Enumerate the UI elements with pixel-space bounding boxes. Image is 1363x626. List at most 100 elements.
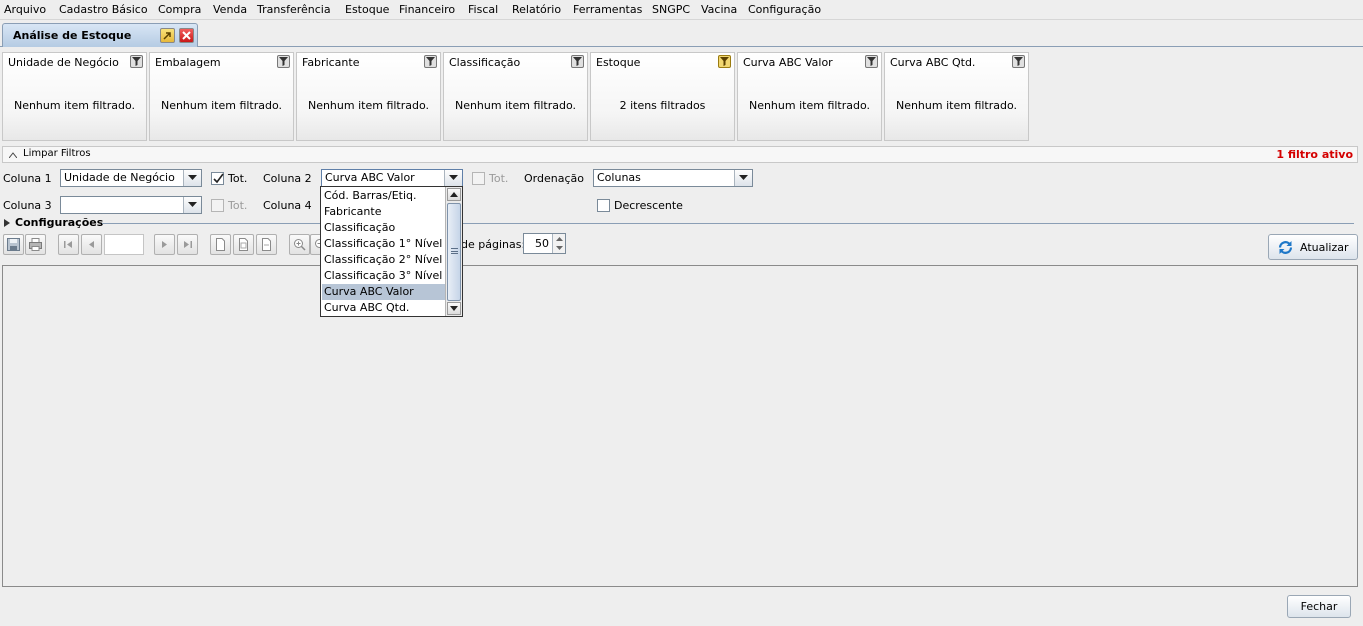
menu-compra[interactable]: Compra <box>158 3 201 16</box>
ordenacao-select[interactable]: Colunas <box>593 169 753 187</box>
dropdown-scrollbar[interactable] <box>445 187 462 316</box>
arrow-up-icon <box>450 192 458 197</box>
filter-curva-abc-qtd[interactable]: Curva ABC Qtd. Nenhum item filtrado. <box>884 52 1029 141</box>
filter-classificacao[interactable]: Classificação Nenhum item filtrado. <box>443 52 588 141</box>
tab-analise-estoque[interactable]: Análise de Estoque <box>2 23 198 47</box>
filter-title: Embalagem <box>155 56 221 69</box>
funnel-icon[interactable] <box>424 55 437 68</box>
coluna2-label: Coluna 2 <box>263 172 312 185</box>
funnel-icon[interactable] <box>571 55 584 68</box>
menu-estoque[interactable]: Estoque <box>345 3 389 16</box>
fit-width-icon <box>262 238 271 251</box>
configuracoes-label[interactable]: Configurações <box>15 216 103 229</box>
pages-spinner[interactable]: 50 <box>523 233 566 254</box>
dropdown-option[interactable]: Classificação 1° Nível <box>322 236 445 252</box>
coluna3-tot-label: Tot. <box>228 199 248 212</box>
first-page-icon <box>64 241 72 248</box>
menu-sngpc[interactable]: SNGPC <box>652 3 690 16</box>
refresh-button[interactable]: Atualizar <box>1268 234 1358 260</box>
menu-arquivo[interactable]: Arquivo <box>4 3 46 16</box>
close-icon[interactable] <box>179 28 194 43</box>
coluna2-dropdown-list[interactable]: Cód. Barras/Etiq. Fabricante Classificaç… <box>320 186 463 317</box>
coluna3-select[interactable] <box>60 196 202 214</box>
funnel-icon[interactable] <box>718 55 731 68</box>
spin-up-icon[interactable] <box>556 237 563 241</box>
zoom-in-button[interactable] <box>289 234 310 255</box>
coluna3-tot-checkbox[interactable] <box>211 199 224 212</box>
ordenacao-label: Ordenação <box>524 172 584 185</box>
next-page-button[interactable] <box>154 234 175 255</box>
menu-cadastro-basico[interactable]: Cadastro Básico <box>59 3 148 16</box>
fit-page-button[interactable] <box>233 234 254 255</box>
zoom-in-icon <box>294 239 306 251</box>
coluna2-tot-checkbox[interactable] <box>472 172 485 185</box>
filter-status: Nenhum item filtrado. <box>13 99 136 112</box>
active-filter-count: 1 filtro ativo <box>1276 148 1353 161</box>
first-page-button[interactable] <box>58 234 79 255</box>
menu-vacina[interactable]: Vacina <box>701 3 737 16</box>
menu-relatorio[interactable]: Relatório <box>512 3 561 16</box>
fit-width-button[interactable] <box>256 234 277 255</box>
menu-bar: Arquivo Cadastro Básico Compra Venda Tra… <box>0 0 1363 20</box>
filter-status: Nenhum item filtrado. <box>454 99 577 112</box>
filter-curva-abc-valor[interactable]: Curva ABC Valor Nenhum item filtrado. <box>737 52 882 141</box>
coluna1-tot-checkbox[interactable] <box>211 172 224 185</box>
pages-value[interactable]: 50 <box>527 237 549 250</box>
previous-page-button[interactable] <box>81 234 102 255</box>
previous-page-icon <box>89 241 94 248</box>
filter-embalagem[interactable]: Embalagem Nenhum item filtrado. <box>149 52 294 141</box>
fechar-button[interactable]: Fechar <box>1287 595 1351 618</box>
scroll-up-button[interactable] <box>447 188 461 201</box>
decrescente-checkbox[interactable] <box>597 199 610 212</box>
filter-fabricante[interactable]: Fabricante Nenhum item filtrado. <box>296 52 441 141</box>
spinner-buttons[interactable] <box>552 234 565 253</box>
menu-fiscal[interactable]: Fiscal <box>468 3 498 16</box>
last-page-button[interactable] <box>177 234 198 255</box>
filter-unidade-negocio[interactable]: Unidade de Negócio Nenhum item filtrado. <box>2 52 147 141</box>
chevron-down-icon[interactable] <box>183 170 201 186</box>
print-button[interactable] <box>25 234 46 255</box>
funnel-icon[interactable] <box>130 55 143 68</box>
menu-configuracao[interactable]: Configuração <box>748 3 821 16</box>
menu-venda[interactable]: Venda <box>213 3 247 16</box>
coluna1-select[interactable]: Unidade de Negócio <box>60 169 202 187</box>
dropdown-option[interactable]: Cód. Barras/Etiq. <box>322 188 445 204</box>
funnel-icon[interactable] <box>1012 55 1025 68</box>
dropdown-option-selected[interactable]: Curva ABC Valor <box>322 284 445 300</box>
menu-ferramentas[interactable]: Ferramentas <box>573 3 642 16</box>
spin-down-icon[interactable] <box>556 246 563 250</box>
funnel-icon[interactable] <box>277 55 290 68</box>
maximize-icon[interactable] <box>160 28 175 43</box>
dropdown-option[interactable]: Classificação <box>322 220 445 236</box>
expand-arrow-icon <box>4 219 10 227</box>
chevron-down-icon[interactable] <box>183 197 201 213</box>
pages-label: de páginas: <box>461 238 526 251</box>
fit-page-icon <box>239 238 248 251</box>
actual-size-button[interactable] <box>210 234 231 255</box>
filter-title: Unidade de Negócio <box>8 56 119 69</box>
filter-title: Classificação <box>449 56 521 69</box>
dropdown-option[interactable]: Curva ABC Qtd. <box>322 300 445 316</box>
page-number-input[interactable] <box>104 234 144 255</box>
filter-estoque[interactable]: Estoque 2 itens filtrados <box>590 52 735 141</box>
filter-title: Estoque <box>596 56 641 69</box>
dropdown-option[interactable]: Fabricante <box>322 204 445 220</box>
next-page-icon <box>162 241 167 248</box>
chevron-down-icon[interactable] <box>734 170 752 186</box>
dropdown-option[interactable]: Classificação 3° Nível <box>322 268 445 284</box>
scroll-down-button[interactable] <box>447 302 461 315</box>
menu-transferencia[interactable]: Transferência <box>257 3 331 16</box>
chevron-down-icon[interactable] <box>444 170 462 186</box>
save-button[interactable] <box>3 234 24 255</box>
clear-filters-label[interactable]: Limpar Filtros <box>23 148 91 159</box>
fechar-label: Fechar <box>1300 600 1338 613</box>
dropdown-option[interactable]: Classificação 2° Nível <box>322 252 445 268</box>
configuracoes-section[interactable]: Configurações <box>2 216 1354 230</box>
filter-title: Fabricante <box>302 56 360 69</box>
filter-status: Nenhum item filtrado. <box>160 99 283 112</box>
menu-financeiro[interactable]: Financeiro <box>399 3 455 16</box>
funnel-icon[interactable] <box>865 55 878 68</box>
scrollbar-thumb[interactable] <box>447 203 461 301</box>
clear-filters-bar[interactable]: Limpar Filtros 1 filtro ativo <box>2 146 1358 163</box>
coluna2-select[interactable]: Curva ABC Valor <box>321 169 463 187</box>
